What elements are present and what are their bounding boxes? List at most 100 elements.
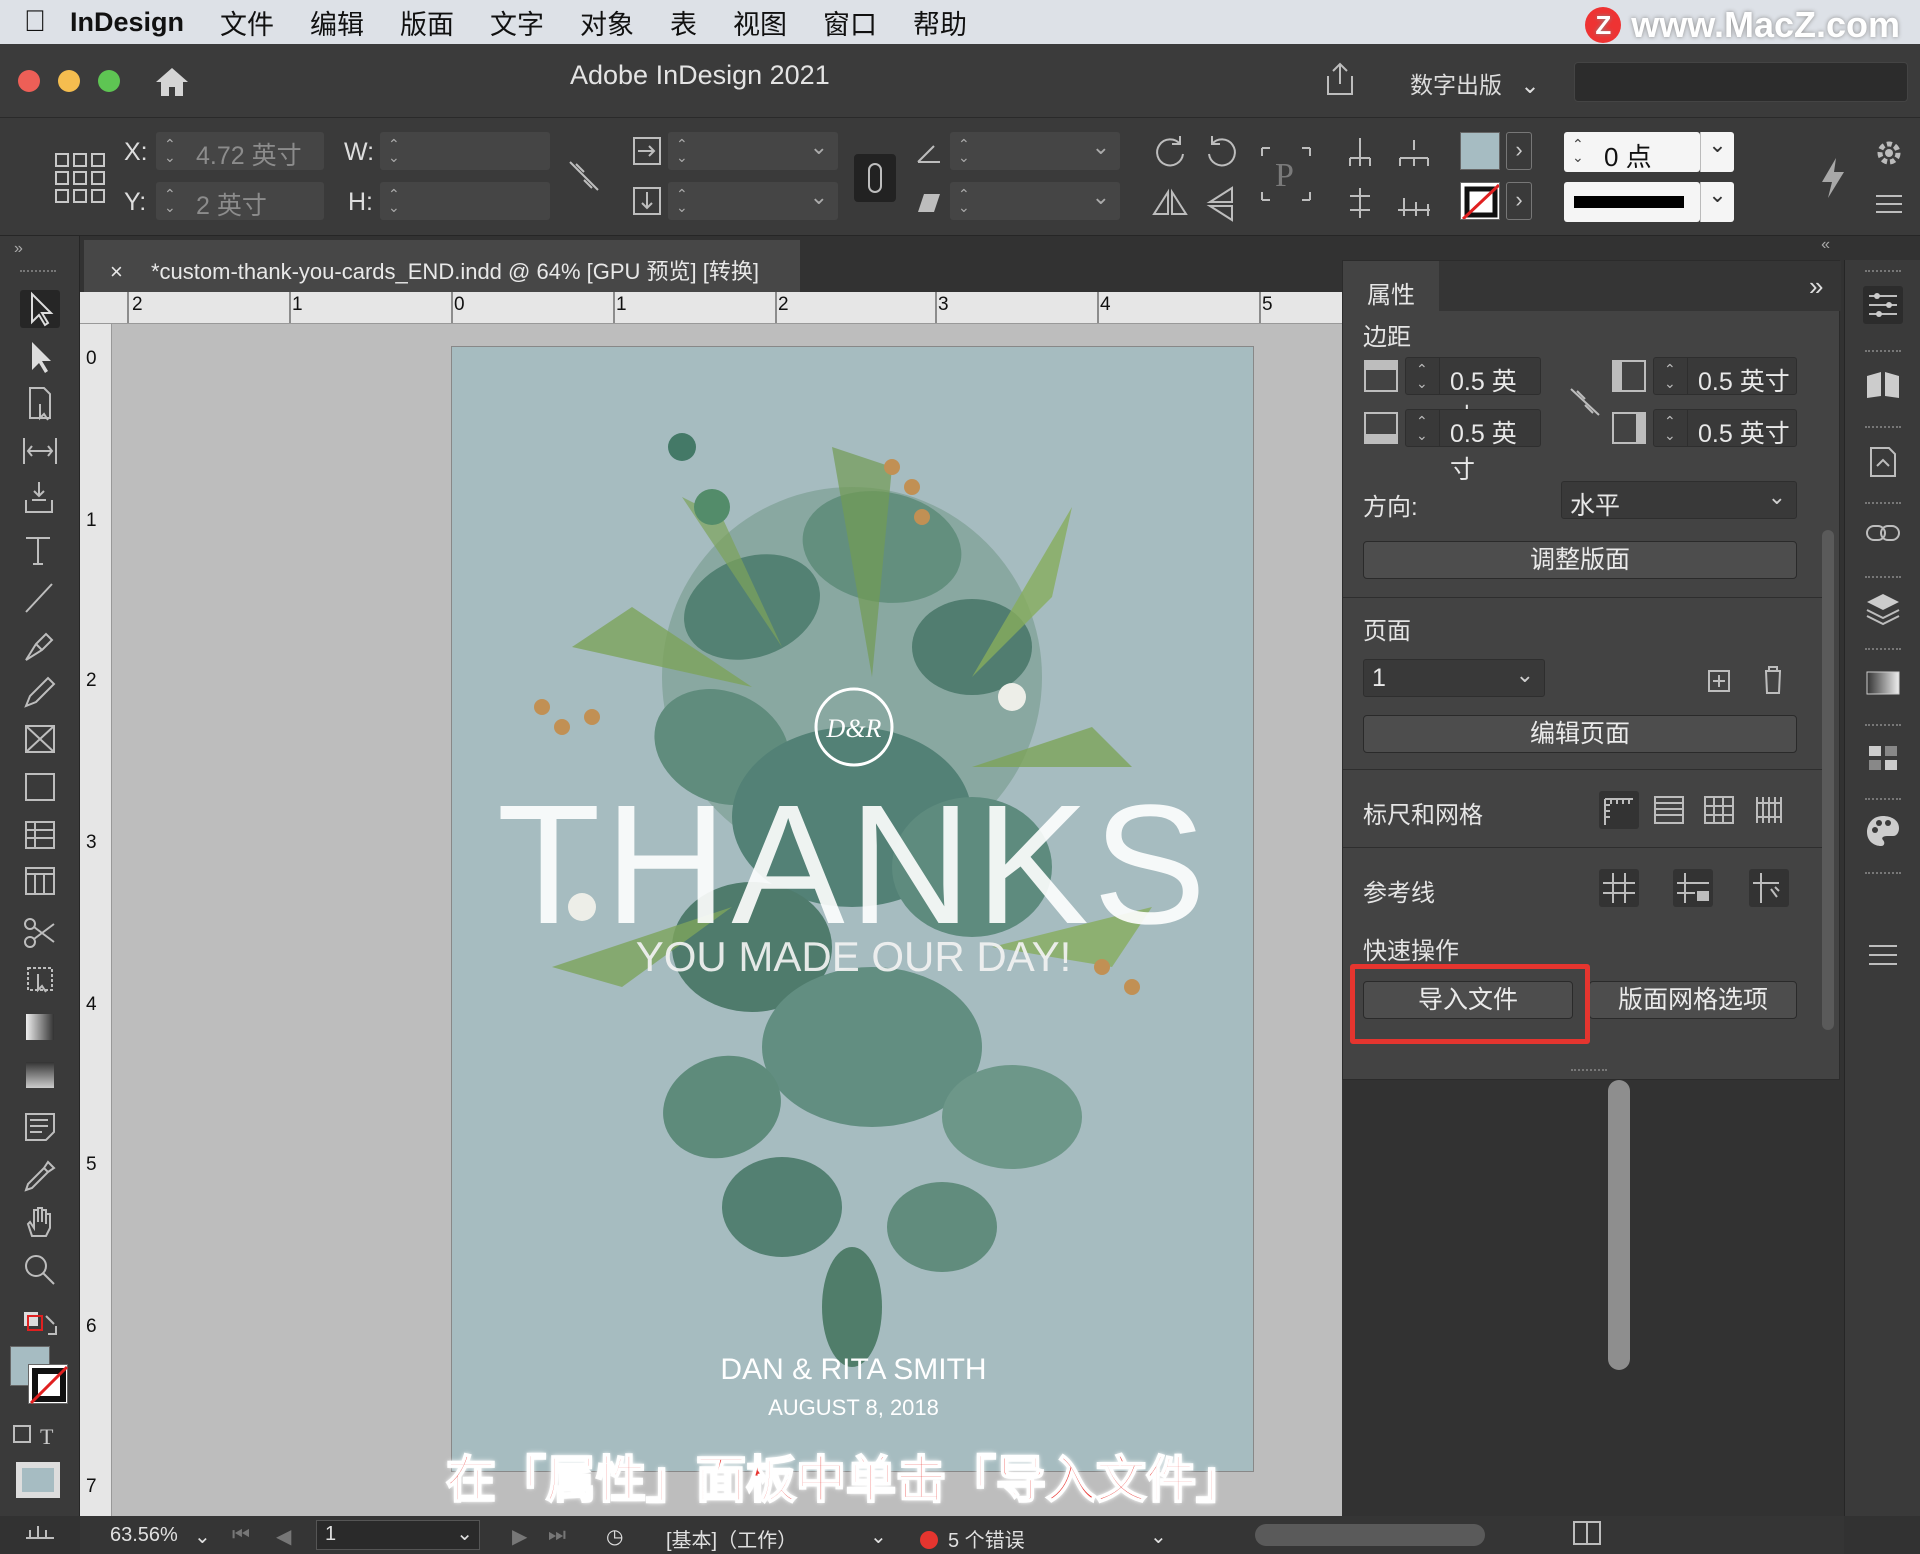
menu-help[interactable]: 帮助 [913, 3, 967, 42]
chevron-down-icon[interactable]: ⌄ [1700, 132, 1734, 172]
grid-tool-icon[interactable] [20, 862, 60, 900]
zoom-level[interactable]: 63.56% [110, 1524, 178, 1547]
hamburger-menu-icon[interactable] [1863, 936, 1903, 974]
page-number-field[interactable]: 1 ⌄ [316, 1520, 480, 1550]
previous-page-icon[interactable]: ◀ [276, 1524, 291, 1549]
zoom-window-button[interactable] [98, 70, 120, 92]
chevron-down-icon[interactable]: ⌄ [194, 1524, 211, 1549]
collapse-icon[interactable]: « [1821, 236, 1830, 254]
adjust-icon[interactable] [20, 1508, 60, 1546]
collapse-icon[interactable]: » [14, 240, 23, 258]
adjust-layout-button[interactable]: 调整版面 [1363, 541, 1797, 579]
gradient-icon[interactable] [1863, 664, 1903, 702]
layout-grid-options-button[interactable]: 版面网格选项 [1589, 981, 1797, 1019]
close-icon[interactable]: × [110, 259, 123, 284]
align-bottom-icon[interactable] [1340, 184, 1380, 222]
panel-resize-grip[interactable] [1571, 1069, 1607, 1075]
stepper-icon[interactable]: ⌃ ⌄ [1654, 358, 1688, 394]
menu-table[interactable]: 表 [670, 3, 697, 42]
chevron-down-icon[interactable]: ⌄ [1092, 184, 1110, 210]
add-page-icon[interactable] [1699, 661, 1739, 699]
stepper-icon[interactable]: ⌃ ⌄ [1654, 410, 1688, 446]
flip-vertical-icon[interactable] [1202, 184, 1242, 224]
cc-libraries-icon[interactable] [1863, 442, 1903, 480]
panel-grip[interactable] [1865, 724, 1901, 730]
rectangle-tool-icon[interactable] [20, 768, 60, 806]
rotate-cw-icon[interactable] [1150, 132, 1190, 172]
vertical-scrollbar[interactable] [1608, 1080, 1630, 1370]
panel-grip[interactable] [1865, 270, 1901, 276]
split-window-icon[interactable] [1572, 1520, 1602, 1552]
close-window-button[interactable] [18, 70, 40, 92]
gradient-swatch-tool-icon[interactable] [20, 1008, 60, 1046]
rectangle-frame-tool-icon[interactable] [20, 720, 60, 758]
stepper-icon[interactable]: ⌃ ⌄ [958, 137, 970, 164]
stepper-icon[interactable]: ⌃ ⌄ [1572, 137, 1584, 164]
free-transform-tool-icon[interactable] [20, 960, 60, 998]
panel-grip[interactable] [1865, 648, 1901, 654]
stroke-type-field[interactable] [1564, 182, 1700, 222]
gear-icon[interactable] [1872, 136, 1906, 170]
search-input[interactable] [1574, 62, 1908, 102]
zoom-tool-icon[interactable] [20, 1250, 60, 1288]
trash-icon[interactable] [1753, 661, 1793, 699]
stroke-menu-button[interactable]: › [1506, 182, 1532, 220]
selection-tool-icon[interactable] [20, 290, 60, 328]
rotate-ccw-icon[interactable] [1202, 132, 1242, 172]
preflight-icon[interactable]: ◷ [606, 1524, 623, 1549]
pages-icon[interactable] [1863, 364, 1903, 402]
error-status[interactable]: 5 个错误 [920, 1524, 1025, 1553]
document-tab[interactable]: × *custom-thank-you-cards_END.indd @ 64%… [84, 240, 800, 292]
menu-window[interactable]: 窗口 [823, 3, 877, 42]
stepper-icon[interactable]: ⌃ ⌄ [388, 187, 400, 214]
distribute-icon[interactable] [1394, 184, 1434, 222]
scissors-tool-icon[interactable] [20, 914, 60, 952]
swap-fill-stroke-icon[interactable] [20, 1308, 60, 1346]
panel-collapse-icon[interactable]: » [1809, 271, 1823, 302]
y-position-field[interactable]: ⌃ ⌄ 2 英寸 [156, 182, 324, 220]
stepper-icon[interactable]: ⌃ ⌄ [1406, 410, 1440, 446]
chevron-down-icon[interactable]: ⌄ [1092, 134, 1110, 160]
lock-guides-icon[interactable] [1673, 869, 1713, 907]
link-margins-icon[interactable] [1565, 383, 1605, 421]
direct-selection-tool-icon[interactable] [20, 338, 60, 376]
type-tool-icon[interactable] [20, 532, 60, 570]
first-page-icon[interactable]: ⏮ [232, 1524, 250, 1547]
stepper-icon[interactable]: ⌃ ⌄ [164, 137, 176, 164]
margin-top-field[interactable]: ⌃⌄ 0.5 英寸 [1405, 357, 1541, 432]
page-select[interactable]: 1 ⌄ [1363, 659, 1545, 697]
document-page[interactable]: D&R THANKS YOU MADE OUR DAY! DAN & RITA … [451, 346, 1254, 1472]
panel-grip[interactable] [1865, 576, 1901, 582]
fill-menu-button[interactable]: › [1506, 132, 1532, 170]
pencil-tool-icon[interactable] [20, 672, 60, 710]
document-grid-icon[interactable] [1699, 791, 1739, 829]
chevron-down-icon[interactable]: ⌄ [1700, 182, 1734, 222]
workspace-switcher[interactable]: 数字出版 ⌄ [1410, 66, 1540, 100]
pen-tool-icon[interactable] [20, 626, 60, 664]
reference-point-icon[interactable] [54, 152, 106, 204]
minimize-window-button[interactable] [58, 70, 80, 92]
line-tool-icon[interactable] [20, 578, 60, 616]
orientation-select[interactable]: 水平 ⌄ [1561, 481, 1797, 520]
link-icon[interactable] [854, 154, 896, 202]
layers-icon[interactable] [1863, 590, 1903, 628]
chevron-down-icon[interactable]: ⌄ [810, 134, 828, 160]
fill-swatch[interactable] [1460, 132, 1500, 170]
margin-bottom-field[interactable]: ⌃ ⌄ 0.5 英寸 [1405, 409, 1541, 484]
constrain-proportions-icon[interactable] [566, 158, 602, 194]
stepper-icon[interactable]: ⌃ ⌄ [164, 187, 176, 214]
gradient-feather-tool-icon[interactable] [20, 1056, 60, 1094]
stepper-icon[interactable]: ⌃ ⌄ [676, 137, 688, 164]
eyedropper-tool-icon[interactable] [20, 1156, 60, 1194]
stepper-icon[interactable]: ⌃ ⌄ [1406, 358, 1440, 394]
stepper-icon[interactable]: ⌃ ⌄ [676, 187, 688, 214]
menu-object[interactable]: 对象 [580, 3, 634, 42]
screen-mode-icon[interactable] [12, 1458, 64, 1502]
apple-icon[interactable]:  [0, 5, 70, 39]
margin-left-field[interactable]: ⌃ ⌄ 0.5 英寸 [1653, 357, 1797, 396]
stepper-icon[interactable]: ⌃ ⌄ [388, 137, 400, 164]
content-collector-tool-icon[interactable] [20, 478, 60, 516]
shear-field[interactable]: ⌃ ⌄ ⌄ [950, 182, 1120, 220]
share-icon[interactable] [1322, 60, 1358, 100]
preflight-profile[interactable]: [基本]（工作） [666, 1524, 797, 1553]
